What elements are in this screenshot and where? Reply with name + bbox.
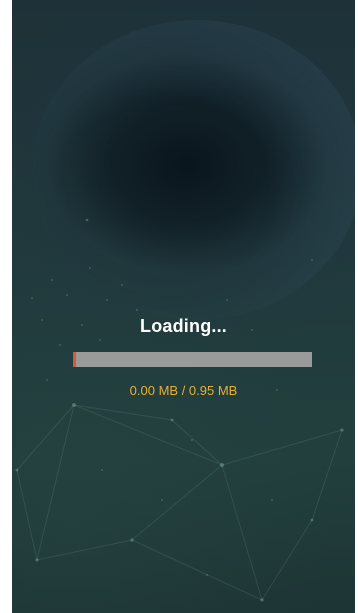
loading-screen: Loading... 0.00 MB / 0.95 MB (12, 0, 355, 613)
total-size: 0.95 MB (188, 383, 238, 398)
download-progress-bar (73, 352, 312, 367)
download-size-readout: 0.00 MB / 0.95 MB (12, 383, 355, 398)
download-progress-fill (73, 352, 76, 367)
loading-title: Loading... (140, 316, 227, 336)
background-satellite-dish (32, 20, 355, 320)
background-network-art (15, 218, 344, 602)
size-separator: / (178, 383, 189, 398)
app-root: Loading... 0.00 MB / 0.95 MB (0, 0, 358, 613)
downloaded-size: 0.00 MB (129, 383, 179, 398)
